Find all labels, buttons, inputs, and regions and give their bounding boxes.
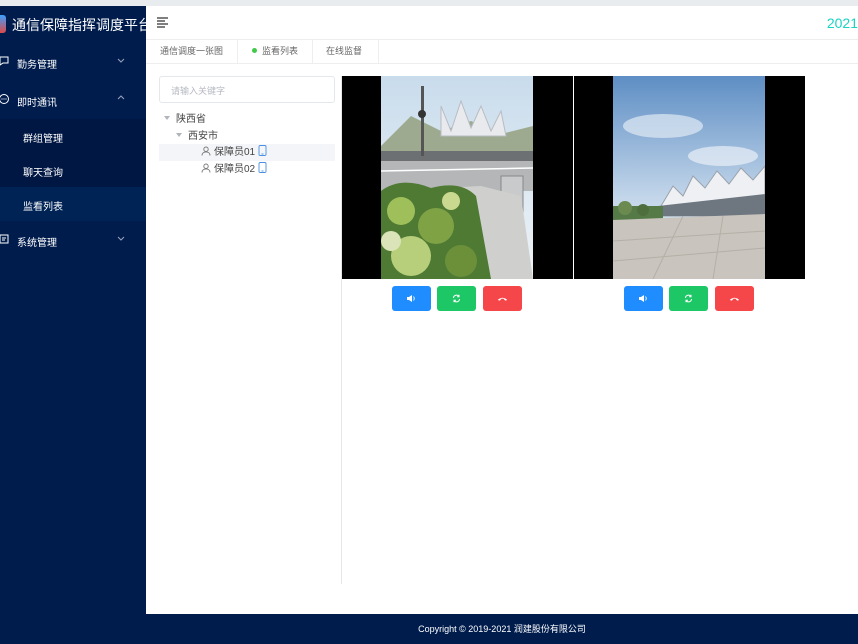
- switch-camera-button-01[interactable]: [437, 286, 476, 311]
- caret-down-icon: [176, 133, 182, 137]
- menu-label: 勤务管理: [17, 60, 57, 71]
- speaker-icon: [407, 295, 415, 302]
- menu-system-management[interactable]: 系统管理: [0, 223, 146, 257]
- video-feed-01[interactable]: [342, 76, 573, 279]
- chevron-down-icon: [117, 236, 125, 241]
- footer: Copyright © 2019-2021 润建股份有限公司: [146, 614, 858, 644]
- switch-camera-icon: [453, 294, 460, 303]
- submenu-label: 群组管理: [23, 134, 63, 145]
- submenu-label: 监看列表: [23, 202, 63, 213]
- mobile-icon: [258, 145, 267, 156]
- sidebar: 通信保障指挥调度平台 勤务管理 即时通讯 群组管理 聊天查询 监看列表 系统管理: [0, 6, 152, 644]
- video-frame-stadium: [613, 76, 765, 279]
- tree-label: 西安市: [188, 131, 218, 142]
- menu-duty-management[interactable]: 勤务管理: [0, 45, 146, 79]
- tab-bar: 通信调度一张图 监看列表 在线监督: [146, 40, 858, 64]
- tab-label: 在线监督: [326, 46, 363, 56]
- year-label: 2021: [826, 15, 858, 31]
- tab-label: 监看列表: [262, 46, 299, 56]
- brand: 通信保障指挥调度平台: [0, 6, 152, 42]
- hangup-button-01[interactable]: [483, 286, 522, 311]
- switch-camera-button-02[interactable]: [669, 286, 708, 311]
- submenu-monitor-list[interactable]: 监看列表: [0, 187, 146, 221]
- tree-node-user-01[interactable]: 保障员01: [159, 144, 335, 161]
- hangup-icon: [730, 297, 739, 301]
- tree-node-province[interactable]: 陕西省: [164, 110, 206, 127]
- tree-node-user-02[interactable]: 保障员02: [159, 161, 335, 178]
- menu-label: 即时通讯: [17, 98, 57, 109]
- mobile-icon: [258, 162, 267, 173]
- settings-icon: [0, 234, 9, 244]
- tree-label: 保障员02: [214, 164, 256, 175]
- chevron-down-icon: [117, 58, 125, 63]
- collapse-menu-icon[interactable]: [156, 16, 170, 28]
- tree-label: 保障员01: [214, 147, 256, 158]
- chat-icon: [0, 94, 9, 104]
- main-content: 请输入关键字 陕西省 西安市 保障员01 保障员02: [146, 64, 858, 614]
- tree-label: 陕西省: [176, 114, 206, 125]
- submenu-label: 聊天查询: [23, 168, 63, 179]
- hangup-icon: [498, 297, 507, 301]
- chevron-up-icon: [117, 95, 125, 100]
- speaker-button-02[interactable]: [624, 286, 663, 311]
- speaker-button-01[interactable]: [392, 286, 431, 311]
- search-input[interactable]: 请输入关键字: [159, 76, 335, 103]
- logo-icon: [0, 15, 6, 33]
- tab-monitor-list[interactable]: 监看列表: [238, 40, 313, 64]
- user-icon: [201, 146, 211, 156]
- app-title: 通信保障指挥调度平台: [12, 17, 152, 33]
- tab-dispatch-map[interactable]: 通信调度一张图: [146, 40, 238, 64]
- submenu-group-management[interactable]: 群组管理: [0, 119, 146, 153]
- caret-down-icon: [164, 116, 170, 120]
- speaker-icon: [639, 295, 647, 302]
- video-feed-02[interactable]: [574, 76, 805, 279]
- submenu-chat-query[interactable]: 聊天查询: [0, 153, 146, 187]
- hangup-button-02[interactable]: [715, 286, 754, 311]
- video-frame-street: [381, 76, 533, 279]
- menu-instant-messaging[interactable]: 即时通讯: [0, 83, 146, 117]
- active-dot-icon: [252, 48, 257, 53]
- copyright-text: Copyright © 2019-2021 润建股份有限公司: [418, 624, 586, 634]
- menu-label: 系统管理: [17, 238, 57, 249]
- tab-label: 通信调度一张图: [160, 46, 224, 56]
- switch-camera-icon: [685, 294, 692, 303]
- tree-node-city[interactable]: 西安市: [176, 127, 218, 144]
- duty-icon: [0, 56, 9, 66]
- top-bar: 2021: [146, 6, 858, 40]
- user-icon: [201, 163, 211, 173]
- tab-online-supervision[interactable]: 在线监督: [313, 40, 379, 64]
